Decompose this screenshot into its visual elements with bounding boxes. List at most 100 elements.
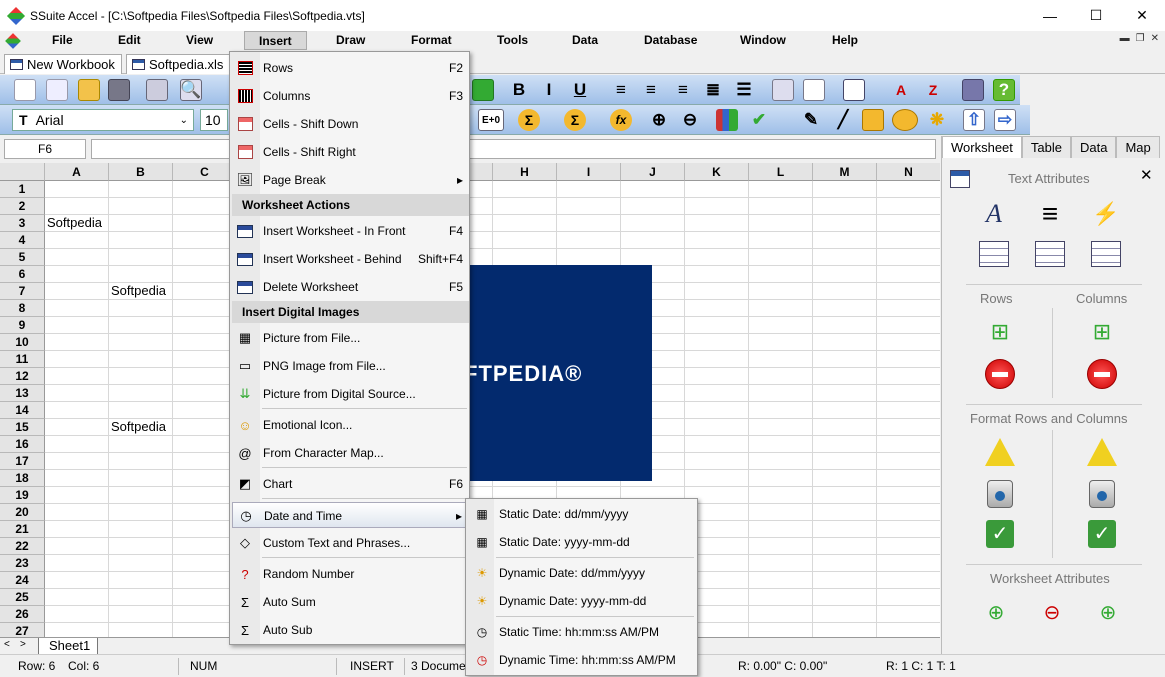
mdi-minimize-button[interactable]: ▬ <box>1120 33 1130 44</box>
italic-button[interactable]: I <box>538 79 560 101</box>
panel-tab-table[interactable]: Table <box>1021 136 1071 158</box>
menu-database[interactable]: Database <box>644 33 697 47</box>
arrow-up-icon[interactable]: ⇧ <box>963 109 985 131</box>
shield-check-icon[interactable]: ✔ <box>748 109 770 131</box>
insert-menu-item-custom-text-and-phrases[interactable]: ◇ Custom Text and Phrases... <box>232 530 469 556</box>
align-justify-icon[interactable]: ≣ <box>702 79 724 101</box>
row-header-16[interactable]: 16 <box>0 436 45 453</box>
row-header-20[interactable]: 20 <box>0 504 45 521</box>
insert-menu-item-auto-sum[interactable]: Σ Auto Sum <box>232 589 469 615</box>
panel-tab-worksheet[interactable]: Worksheet <box>942 136 1022 158</box>
workbook-tab-new[interactable]: New Workbook <box>4 54 122 74</box>
insert-menu-item-page-break[interactable]: 🖼 Page Break ▸ <box>232 167 469 193</box>
panel-close-button[interactable]: ✕ <box>1140 166 1153 184</box>
row-header-3[interactable]: 3 <box>0 215 45 232</box>
row-header-13[interactable]: 13 <box>0 385 45 402</box>
date-menu-item-static-date-dd-mm-yyyy[interactable]: ▦ Static Date: dd/mm/yyyy <box>468 501 697 527</box>
text-effect-icon[interactable]: ⚡ <box>1090 198 1122 230</box>
inserted-image[interactable]: FTPEDIA® <box>450 265 652 481</box>
apply-column-format-icon[interactable]: ✓ <box>1086 518 1118 550</box>
insert-worksheet-icon[interactable] <box>978 238 1010 270</box>
chart-icon[interactable] <box>716 109 738 131</box>
row-header-18[interactable]: 18 <box>0 470 45 487</box>
insert-menu-item-png-image-from-file[interactable]: ▭ PNG Image from File... <box>232 353 469 379</box>
scroll-right-icon[interactable]: > <box>20 639 26 650</box>
insert-row-icon[interactable]: ⊞ <box>984 316 1016 348</box>
date-menu-item-dynamic-date-yyyy-mm-dd[interactable]: ☀ Dynamic Date: yyyy-mm-dd <box>468 588 697 614</box>
maximize-button[interactable]: ☐ <box>1073 0 1119 31</box>
help-icon[interactable]: ? <box>993 79 1015 101</box>
text-box-icon[interactable] <box>803 79 825 101</box>
row-header-5[interactable]: 5 <box>0 249 45 266</box>
close-button[interactable]: ✕ <box>1119 0 1165 31</box>
column-header-b[interactable]: B <box>109 163 173 181</box>
insert-menu-item-auto-sub[interactable]: Σ Auto Sub <box>232 617 469 643</box>
column-header-a[interactable]: A <box>45 163 109 181</box>
print-icon[interactable] <box>146 79 168 101</box>
column-header-m[interactable]: M <box>813 163 877 181</box>
insert-column-icon[interactable]: ⊞ <box>1086 316 1118 348</box>
column-header-i[interactable]: I <box>557 163 621 181</box>
menu-insert[interactable]: Insert <box>244 31 307 50</box>
font-style-icon[interactable]: A <box>978 198 1010 230</box>
underline-button[interactable]: U <box>569 79 591 101</box>
open-folder-icon[interactable] <box>78 79 100 101</box>
row-settings-icon[interactable] <box>984 478 1016 510</box>
row-header-6[interactable]: 6 <box>0 266 45 283</box>
exponent-button[interactable]: E+0 <box>478 109 504 131</box>
exit-icon[interactable] <box>962 79 984 101</box>
mdi-restore-button[interactable]: ❐ <box>1136 33 1145 44</box>
remove-sheet-icon[interactable]: ⊖ <box>1036 596 1068 628</box>
format-cells-icon[interactable] <box>772 79 794 101</box>
insert-menu-item-insert-worksheet-in-front[interactable]: Insert Worksheet - In Front F4 <box>232 218 469 244</box>
column-header-n[interactable]: N <box>877 163 940 181</box>
bold-button[interactable]: B <box>508 79 530 101</box>
menu-window[interactable]: Window <box>740 33 786 47</box>
cell-b15[interactable]: Softpedia <box>109 419 166 434</box>
insert-menu-item-date-and-time[interactable]: ◷ Date and Time ▸ <box>232 502 469 528</box>
align-center-icon[interactable]: ≡ <box>640 79 662 101</box>
insert-menu-item-emotional-icon[interactable]: ☺ Emotional Icon... <box>232 412 469 438</box>
align-right-icon[interactable]: ≡ <box>672 79 694 101</box>
insert-menu-item-picture-from-digital-source[interactable]: ⇊ Picture from Digital Source... <box>232 381 469 407</box>
menu-data[interactable]: Data <box>572 33 598 47</box>
row-header-25[interactable]: 25 <box>0 589 45 606</box>
insert-menu-item-columns[interactable]: Columns F3 <box>232 83 469 109</box>
insert-menu-item-picture-from-file[interactable]: ▦ Picture from File... <box>232 325 469 351</box>
menu-edit[interactable]: Edit <box>118 33 141 47</box>
column-header-l[interactable]: L <box>749 163 813 181</box>
row-header-27[interactable]: 27 <box>0 623 45 638</box>
workbook-tab-softpedia[interactable]: Softpedia.xls <box>126 54 231 74</box>
wrap-text-icon[interactable]: ☰ <box>733 79 755 101</box>
panel-tab-map[interactable]: Map <box>1116 136 1160 158</box>
table-icon[interactable] <box>843 79 865 101</box>
column-header-h[interactable]: H <box>493 163 557 181</box>
cell-b7[interactable]: Softpedia <box>109 283 166 298</box>
cell-a3[interactable]: Softpedia <box>45 215 102 230</box>
insert-menu-item-cells-shift-right[interactable]: Cells - Shift Right <box>232 139 469 165</box>
font-size-select[interactable]: 10 <box>200 109 228 131</box>
row-header-17[interactable]: 17 <box>0 453 45 470</box>
autosum-icon[interactable]: Σ <box>564 109 586 131</box>
delete-worksheet-icon[interactable] <box>1090 238 1122 270</box>
line-icon[interactable]: ╱ <box>832 109 854 131</box>
align-left-icon[interactable]: ≡ <box>610 79 632 101</box>
row-header-10[interactable]: 10 <box>0 334 45 351</box>
cell-reference-box[interactable]: F6 <box>4 139 86 159</box>
column-header-j[interactable]: J <box>621 163 685 181</box>
row-header-8[interactable]: 8 <box>0 300 45 317</box>
text-align-icon[interactable]: ≡ <box>1034 198 1066 230</box>
shape-icon[interactable]: ❋ <box>926 109 948 131</box>
sum-icon[interactable]: Σ <box>518 109 540 131</box>
corner-header[interactable] <box>0 163 45 181</box>
mdi-close-button[interactable]: ✕ <box>1151 33 1159 44</box>
insert-menu-item-cells-shift-down[interactable]: Cells - Shift Down <box>232 111 469 137</box>
copy-sheet-icon[interactable]: ⊕ <box>1092 596 1124 628</box>
rectangle-icon[interactable] <box>862 109 884 131</box>
column-header-k[interactable]: K <box>685 163 749 181</box>
date-menu-item-static-time-hh-mm-ss-am-pm[interactable]: ◷ Static Time: hh:mm:ss AM/PM <box>468 619 697 645</box>
column-settings-icon[interactable] <box>1086 478 1118 510</box>
row-header-11[interactable]: 11 <box>0 351 45 368</box>
row-header-14[interactable]: 14 <box>0 402 45 419</box>
delete-column-icon[interactable] <box>1086 358 1118 390</box>
